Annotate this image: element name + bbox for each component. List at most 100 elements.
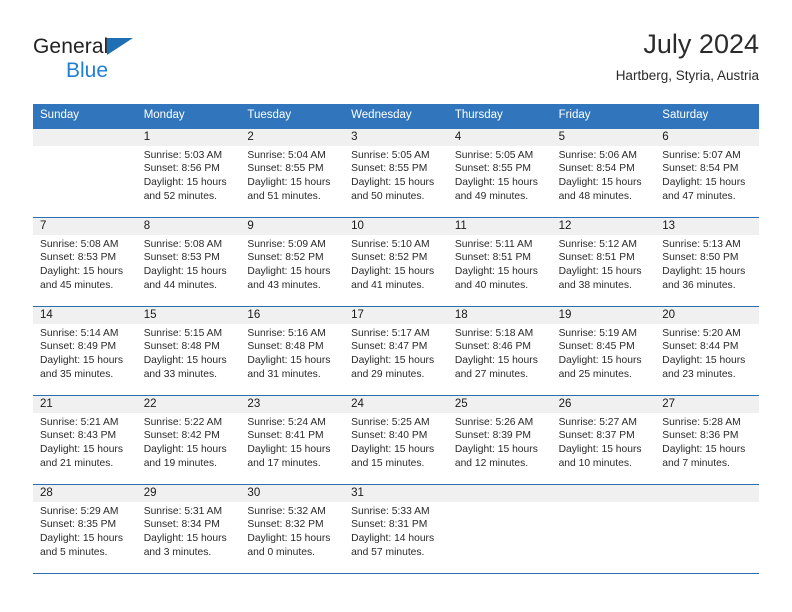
day-info-daylight-2: and 51 minutes. [247, 190, 321, 202]
day-info: Sunrise: 5:08 AM Sunset: 8:53 PM Daylight:… [33, 235, 137, 292]
calendar-day-cell[interactable]: 7 Sunrise: 5:08 AM Sunset: 8:53 PM Daylight… [33, 217, 137, 306]
calendar-day-cell[interactable]: 15 Sunrise: 5:15 AM Sunset: 8:48 PM Dayligh… [136, 306, 241, 395]
day-info-daylight-1: Daylight: 15 hours [40, 443, 123, 455]
calendar-day-cell[interactable]: 18 Sunrise: 5:18 AM Sunset: 8:46 PM Dayligh… [447, 306, 552, 395]
day-info-sunset: Sunset: 8:55 PM [351, 163, 428, 175]
day-info: Sunrise: 5:22 AM Sunset: 8:42 PM Daylight:… [137, 413, 241, 470]
calendar-day-cell[interactable]: 24 Sunrise: 5:25 AM Sunset: 8:40 PM Dayligh… [344, 395, 448, 484]
calendar-day-cell[interactable]: 8 Sunrise: 5:08 AM Sunset: 8:53 PM Daylight… [136, 217, 241, 306]
day-info-sunrise: Sunrise: 5:04 AM [247, 149, 326, 161]
calendar-day-cell[interactable]: 5 Sunrise: 5:06 AM Sunset: 8:54 PM Daylight… [551, 128, 656, 217]
day-info: Sunrise: 5:11 AM Sunset: 8:51 PM Daylight:… [448, 235, 552, 292]
day-info-daylight-1: Daylight: 15 hours [143, 176, 227, 188]
brand-logo[interactable]: General Blue [33, 30, 153, 90]
day-info-daylight-1: Daylight: 15 hours [351, 265, 435, 277]
day-info-sunrise: Sunrise: 5:07 AM [662, 149, 741, 161]
day-info-daylight-1: Daylight: 15 hours [247, 176, 331, 188]
day-info: Sunrise: 5:32 AM Sunset: 8:32 PM Daylight:… [240, 502, 344, 559]
day-info-daylight-2: and 45 minutes. [40, 279, 114, 291]
day-info: Sunrise: 5:26 AM Sunset: 8:39 PM Daylight:… [448, 413, 552, 470]
calendar-day-cell[interactable]: 1 Sunrise: 5:03 AM Sunset: 8:56 PM Daylight… [136, 128, 241, 217]
day-info-sunset: Sunset: 8:51 PM [558, 252, 635, 264]
calendar-day-cell[interactable]: 23 Sunrise: 5:24 AM Sunset: 8:41 PM Dayligh… [240, 395, 345, 484]
calendar-day-cell[interactable]: 4 Sunrise: 5:05 AM Sunset: 8:55 PM Daylight… [447, 128, 552, 217]
day-info: Sunrise: 5:09 AM Sunset: 8:52 PM Daylight:… [240, 235, 344, 292]
calendar-day-cell[interactable]: 3 Sunrise: 5:05 AM Sunset: 8:55 PM Daylight… [344, 128, 448, 217]
calendar-day-cell[interactable]: 25 Sunrise: 5:26 AM Sunset: 8:39 PM Dayligh… [447, 395, 552, 484]
day-info: Sunrise: 5:10 AM Sunset: 8:52 PM Daylight:… [344, 235, 448, 292]
day-info-sunrise: Sunrise: 5:06 AM [558, 149, 637, 161]
day-number: 9 [240, 217, 345, 235]
weekday-wednesday: Wednesday [351, 109, 412, 121]
calendar-day-cell[interactable]: 6 Sunrise: 5:07 AM Sunset: 8:54 PM Daylight… [655, 128, 759, 217]
day-info-daylight-1: Daylight: 15 hours [662, 176, 746, 188]
calendar-day-cell[interactable]: 30 Sunrise: 5:32 AM Sunset: 8:32 PM Dayligh… [240, 484, 345, 573]
calendar-day-cell[interactable]: 29 Sunrise: 5:31 AM Sunset: 8:34 PM Dayligh… [136, 484, 241, 573]
day-number: 28 [33, 484, 137, 502]
day-info-daylight-2: and 33 minutes. [143, 368, 217, 380]
calendar-day-cell[interactable]: 21 Sunrise: 5:21 AM Sunset: 8:43 PM Dayligh… [33, 395, 137, 484]
day-info-daylight-2: and 21 minutes. [40, 457, 114, 469]
day-number: 15 [136, 306, 241, 324]
calendar-day-cell[interactable]: 12 Sunrise: 5:12 AM Sunset: 8:51 PM Dayligh… [551, 217, 656, 306]
calendar-day-cell[interactable]: 20 Sunrise: 5:20 AM Sunset: 8:44 PM Dayligh… [655, 306, 759, 395]
calendar-grid: Sunday Monday Tuesday Wednesday Thursday… [33, 104, 759, 574]
calendar-day-cell[interactable]: 13 Sunrise: 5:13 AM Sunset: 8:50 PM Dayligh… [655, 217, 759, 306]
calendar-day-cell[interactable]: 17 Sunrise: 5:17 AM Sunset: 8:47 PM Dayligh… [344, 306, 448, 395]
calendar-day-cell[interactable]: 2 Sunrise: 5:04 AM Sunset: 8:55 PM Daylight… [240, 128, 345, 217]
day-info-sunrise: Sunrise: 5:31 AM [143, 505, 223, 517]
day-number: 14 [33, 306, 137, 324]
day-number: 5 [551, 128, 656, 146]
day-info-sunrise: Sunrise: 5:17 AM [351, 327, 430, 339]
calendar-day-cell[interactable]: 14 Sunrise: 5:14 AM Sunset: 8:49 PM Dayligh… [33, 306, 137, 395]
calendar-day-cell[interactable]: 22 Sunrise: 5:22 AM Sunset: 8:42 PM Dayligh… [136, 395, 241, 484]
day-number: 30 [240, 484, 345, 502]
calendar-day-cell[interactable]: 28 Sunrise: 5:29 AM Sunset: 8:35 PM Dayligh… [33, 484, 137, 573]
calendar-day-cell[interactable]: 27 Sunrise: 5:28 AM Sunset: 8:36 PM Dayligh… [655, 395, 759, 484]
day-info: Sunrise: 5:31 AM Sunset: 8:34 PM Daylight:… [137, 502, 241, 559]
day-info-daylight-1: Daylight: 15 hours [40, 354, 123, 366]
day-info-daylight-2: and 48 minutes. [558, 190, 632, 202]
calendar-day-cell-empty [655, 484, 759, 573]
calendar-week-row: 28 Sunrise: 5:29 AM Sunset: 8:35 PM Dayligh… [33, 483, 759, 573]
day-info-sunset: Sunset: 8:50 PM [662, 252, 739, 264]
day-info-sunrise: Sunrise: 5:09 AM [247, 238, 326, 250]
day-info-daylight-2: and 0 minutes. [247, 546, 315, 558]
day-info-daylight-1: Daylight: 15 hours [247, 265, 331, 277]
day-info-daylight-1: Daylight: 15 hours [558, 265, 642, 277]
day-info-daylight-1: Daylight: 15 hours [558, 176, 642, 188]
calendar-day-cell[interactable]: 19 Sunrise: 5:19 AM Sunset: 8:45 PM Dayligh… [551, 306, 656, 395]
day-info-daylight-1: Daylight: 15 hours [454, 354, 538, 366]
weekday-tuesday: Tuesday [247, 109, 292, 121]
day-info-daylight-2: and 19 minutes. [143, 457, 217, 469]
day-info-sunset: Sunset: 8:48 PM [247, 341, 324, 353]
day-info-daylight-2: and 3 minutes. [143, 546, 212, 558]
day-info-sunrise: Sunrise: 5:25 AM [351, 416, 430, 428]
calendar-day-cell[interactable]: 9 Sunrise: 5:09 AM Sunset: 8:52 PM Daylight… [240, 217, 345, 306]
calendar-day-cell[interactable]: 10 Sunrise: 5:10 AM Sunset: 8:52 PM Dayligh… [344, 217, 448, 306]
calendar-day-cell[interactable]: 31 Sunrise: 5:33 AM Sunset: 8:31 PM Dayligh… [344, 484, 448, 573]
day-info-daylight-1: Daylight: 15 hours [247, 532, 331, 544]
calendar-week-row: 14 Sunrise: 5:14 AM Sunset: 8:49 PM Dayligh… [33, 305, 759, 395]
calendar-day-cell[interactable]: 16 Sunrise: 5:16 AM Sunset: 8:48 PM Dayligh… [240, 306, 345, 395]
day-info-daylight-2: and 7 minutes. [662, 457, 730, 469]
day-number: 3 [344, 128, 448, 146]
calendar-day-cell-empty [33, 128, 137, 217]
calendar-day-cell[interactable]: 11 Sunrise: 5:11 AM Sunset: 8:51 PM Dayligh… [447, 217, 552, 306]
day-info-sunrise: Sunrise: 5:28 AM [662, 416, 741, 428]
day-info-daylight-2: and 31 minutes. [247, 368, 321, 380]
calendar-day-cell[interactable]: 26 Sunrise: 5:27 AM Sunset: 8:37 PM Dayligh… [551, 395, 656, 484]
day-info: Sunrise: 5:27 AM Sunset: 8:37 PM Daylight:… [552, 413, 656, 470]
day-info-sunset: Sunset: 8:39 PM [454, 430, 531, 442]
day-info-sunrise: Sunrise: 5:14 AM [40, 327, 119, 339]
day-info [655, 502, 759, 505]
day-info: Sunrise: 5:07 AM Sunset: 8:54 PM Daylight:… [655, 146, 759, 203]
day-info-sunrise: Sunrise: 5:10 AM [351, 238, 430, 250]
day-info-daylight-2: and 57 minutes. [351, 546, 425, 558]
day-info-daylight-1: Daylight: 15 hours [247, 443, 331, 455]
day-info-daylight-1: Daylight: 15 hours [662, 443, 746, 455]
day-info-sunrise: Sunrise: 5:13 AM [662, 238, 741, 250]
day-number: 11 [447, 217, 552, 235]
day-info-daylight-2: and 44 minutes. [143, 279, 217, 291]
day-number [655, 484, 759, 502]
